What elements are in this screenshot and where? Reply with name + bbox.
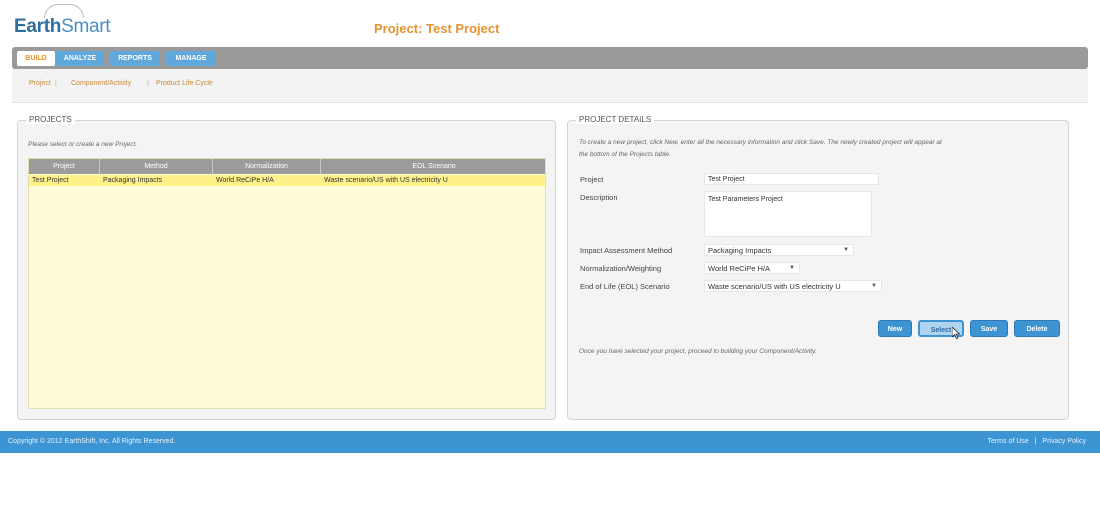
cell-project: Test Project [32, 177, 69, 184]
after-select-hint: Once you have selected your project, pro… [579, 348, 817, 355]
page-title: Project: Test Project [374, 21, 500, 36]
tab-reports[interactable]: REPORTS [110, 51, 160, 66]
normalization-value: World ReCiPe H/A [708, 264, 770, 273]
tab-build[interactable]: BUILD [17, 51, 55, 66]
logo-bold-text: Earth [14, 16, 62, 37]
privacy-policy-link[interactable]: Privacy Policy [1042, 438, 1086, 445]
footer-links: Terms of Use | Privacy Policy [985, 438, 1088, 445]
project-details-legend: PROJECT DETAILS [576, 115, 655, 124]
normalization-select[interactable]: World ReCiPe H/A ▼ [704, 262, 800, 274]
projects-table: Project Method Normalization EOL Scenari… [28, 158, 546, 409]
project-label: Project [580, 175, 604, 184]
column-header-project[interactable]: Project [29, 159, 100, 174]
impact-method-label: Impact Assessment Method [580, 246, 673, 255]
column-header-method[interactable]: Method [100, 159, 213, 174]
description-textarea[interactable]: Test Parameters Project [704, 191, 872, 237]
app-logo[interactable]: EarthSmart [14, 16, 111, 38]
project-name-input[interactable]: Test Project [704, 173, 879, 185]
description-label: Description [580, 193, 618, 202]
table-row[interactable]: Test Project Packaging Impacts World ReC… [29, 175, 545, 186]
eol-scenario-select[interactable]: Waste scenario/US with US electricity U … [704, 280, 882, 292]
projects-panel-legend: PROJECTS [26, 115, 75, 124]
eol-scenario-label: End of Life (EOL) Scenario [580, 282, 670, 291]
breadcrumb-separator: | [147, 80, 149, 87]
column-header-normalization[interactable]: Normalization [213, 159, 321, 174]
app-footer: Copyright © 2012 EarthShift, Inc. All Ri… [0, 431, 1100, 453]
app-header: EarthSmart Project: Test Project [0, 0, 1100, 46]
chevron-down-icon: ▼ [871, 283, 877, 289]
impact-method-value: Packaging Impacts [708, 246, 772, 255]
chevron-down-icon: ▼ [789, 265, 795, 271]
mouse-pointer-icon [952, 327, 960, 339]
impact-method-select[interactable]: Packaging Impacts ▼ [704, 244, 854, 256]
new-button[interactable]: New [878, 320, 912, 337]
eol-scenario-value: Waste scenario/US with US electricity U [708, 282, 841, 291]
normalization-label: Normalization/Weighting [580, 264, 662, 273]
logo-light-text: Smart [61, 16, 111, 37]
footer-separator: | [1034, 438, 1037, 445]
cell-normalization: World ReCiPe H/A [216, 177, 274, 184]
project-details-panel: PROJECT DETAILS To create a new project,… [567, 115, 1069, 420]
projects-hint: Please select or create a new Project. [28, 141, 138, 148]
main-tab-bar: BUILD ANALYZE REPORTS MANAGE [12, 47, 1088, 69]
breadcrumb-separator: | [55, 80, 57, 87]
cell-method: Packaging Impacts [103, 177, 163, 184]
tab-manage[interactable]: MANAGE [166, 51, 216, 66]
save-button[interactable]: Save [970, 320, 1008, 337]
details-hint-line2: the bottom of the Projects table. [579, 151, 671, 158]
breadcrumb-project[interactable]: Project [29, 80, 51, 87]
copyright-text: Copyright © 2012 EarthShift, Inc. All Ri… [8, 438, 176, 445]
breadcrumb-product-life-cycle[interactable]: Product Life Cycle [156, 80, 213, 87]
breadcrumb-component-activity[interactable]: Component/Activity [71, 80, 131, 87]
projects-panel: PROJECTS Please select or create a new P… [17, 115, 556, 420]
cell-eol-scenario: Waste scenario/US with US electricity U [324, 177, 448, 184]
terms-of-use-link[interactable]: Terms of Use [987, 438, 1028, 445]
chevron-down-icon: ▼ [843, 247, 849, 253]
breadcrumb: Project | Component/Activity | Product L… [12, 69, 1088, 103]
details-hint-line1: To create a new project, click New, ente… [579, 139, 942, 146]
tab-analyze[interactable]: ANALYZE [56, 51, 104, 66]
delete-button[interactable]: Delete [1014, 320, 1060, 337]
column-header-eol-scenario[interactable]: EOL Scenario [321, 159, 547, 174]
table-header: Project Method Normalization EOL Scenari… [29, 159, 545, 174]
